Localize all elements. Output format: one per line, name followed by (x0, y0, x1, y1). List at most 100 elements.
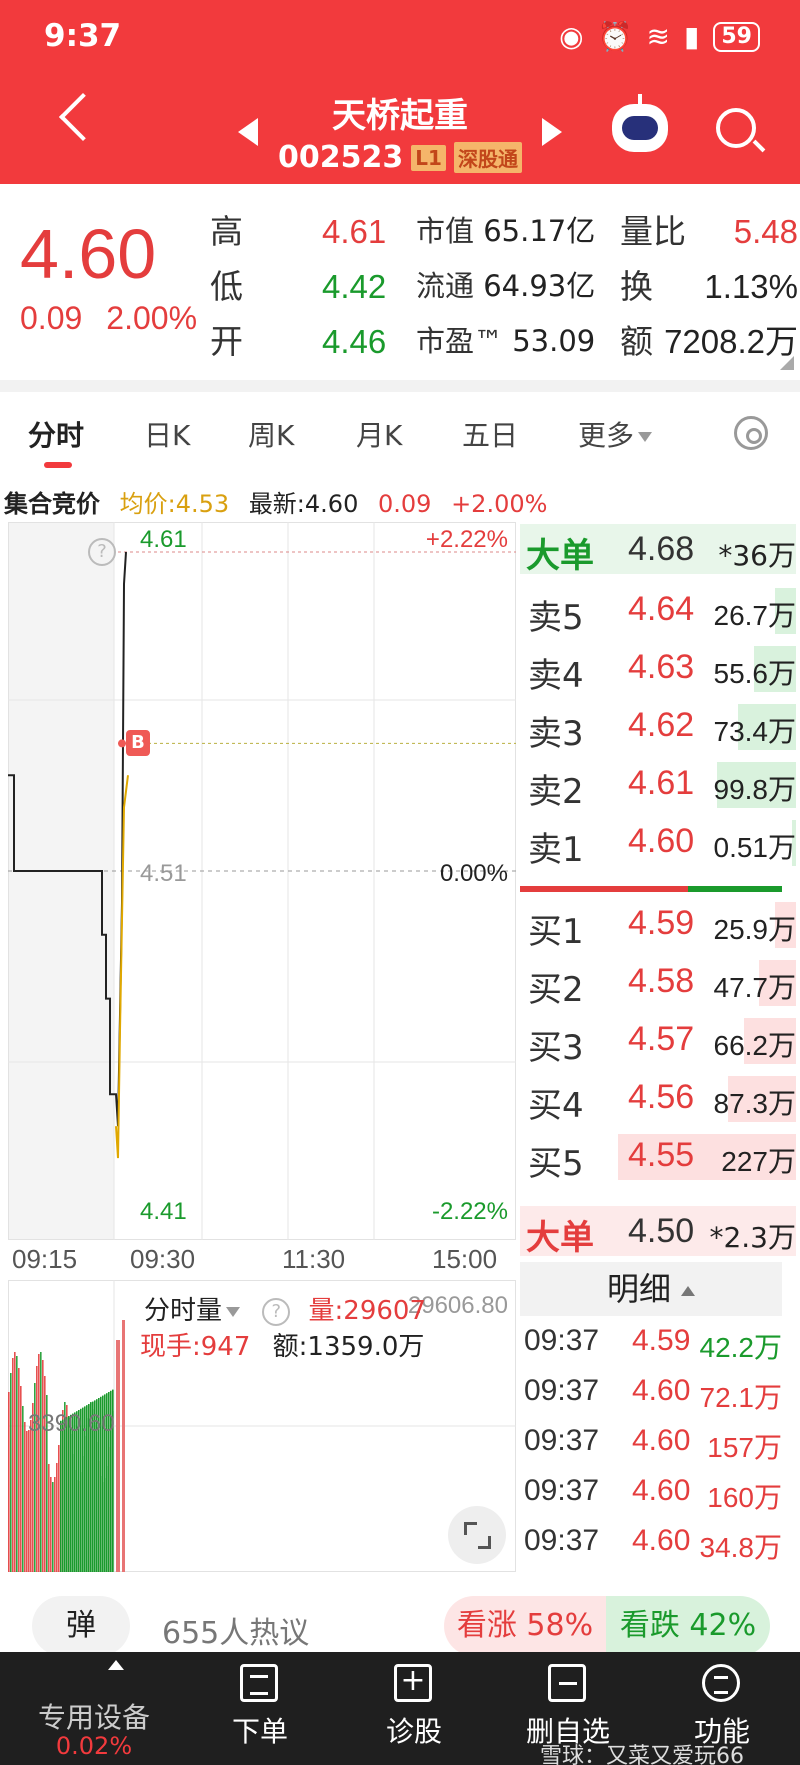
high-label: 高 (210, 212, 243, 251)
sell-level-3[interactable]: 卖3 4.62 73.4万 (520, 698, 796, 756)
expand-corner-icon[interactable] (780, 356, 794, 370)
fullscreen-icon[interactable] (448, 1506, 506, 1564)
trade-time: 09:37 (524, 1374, 600, 1407)
volume-bar (56, 1463, 58, 1572)
sell-vol: 99.8万 (713, 774, 797, 805)
nav-order[interactable]: 下单 (190, 1652, 330, 1765)
volume-bar (60, 1420, 62, 1572)
trade-detail-row: 09:37 4.60 157万 (520, 1416, 782, 1466)
buy-label: 买3 (528, 1028, 584, 1068)
big-sell-label: 大单 (526, 536, 594, 576)
chart-tabs: 分时 日K 周K 月K 五日 更多 (0, 400, 800, 468)
trade-time: 09:37 (524, 1474, 600, 1507)
vol-ratio-value: 5.48 (733, 213, 798, 250)
tab-intraday[interactable]: 分时 (28, 414, 84, 454)
volume-bar-open (122, 1320, 125, 1572)
tab-weekly-k[interactable]: 周K (248, 414, 294, 454)
buy-level-2[interactable]: 买2 4.58 47.7万 (520, 954, 796, 1012)
sell-level-5[interactable]: 卖1 4.60 0.51万 (520, 814, 796, 872)
pct-tick-mid: 0.00% (439, 860, 508, 887)
volume-bar (62, 1419, 64, 1572)
buy-level-3[interactable]: 买3 4.57 66.2万 (520, 1012, 796, 1070)
volume-bar (12, 1358, 14, 1572)
bullet-comment-button[interactable]: 弹 (32, 1596, 130, 1656)
ask-ratio-segment (688, 886, 782, 892)
volume-bar (66, 1417, 68, 1572)
tab-more[interactable]: 更多 (578, 414, 653, 454)
sell-level-4[interactable]: 卖2 4.61 99.8万 (520, 756, 796, 814)
nav-industry-label: 专用设备 (37, 1701, 150, 1734)
trade-time: 09:37 (524, 1524, 600, 1557)
tab-monthly-k[interactable]: 月K (356, 414, 402, 454)
big-buy-label: 大单 (526, 1218, 594, 1258)
x-tick-0930: 09:30 (130, 1244, 196, 1274)
nav-industry-pct: 0.02% (55, 1732, 133, 1760)
tab-daily-k[interactable]: 日K (144, 414, 190, 454)
sell-level-1[interactable]: 卖5 4.64 26.7万 (520, 582, 796, 640)
sell-vol: 0.51万 (713, 832, 797, 863)
volume-bar (16, 1356, 18, 1572)
change-value: 0.09 (20, 300, 83, 336)
volume-selector-label: 分时量 (144, 1296, 223, 1326)
volume-bar (44, 1376, 46, 1572)
robot-assistant-icon[interactable] (612, 94, 668, 152)
alert-icon: ▮ (683, 20, 700, 53)
volume-bar (58, 1445, 60, 1572)
volume-selector[interactable]: 分时量 (140, 1296, 245, 1326)
trade-vol: 34.8万 (699, 1532, 783, 1563)
sell-vol: 55.6万 (713, 658, 797, 689)
y-tick-bottom: 4.41 (140, 1198, 187, 1225)
volume-bar (24, 1422, 26, 1572)
buy-vol: 25.9万 (713, 914, 797, 945)
big-buy-order[interactable]: 大单 4.50 *2.3万 (520, 1206, 796, 1258)
buy-level-1[interactable]: 买1 4.59 25.9万 (520, 896, 796, 954)
header-bar: 9:37 ◉ ⏰ ≋ ▮ 59 天桥起重 002523 L1 深股通 (0, 0, 800, 184)
divider (0, 380, 800, 392)
mcap-value: 65.17亿 (483, 214, 596, 248)
buy-price: 4.55 (628, 1136, 695, 1174)
nav-industry[interactable]: 专用设备 0.02% (24, 1652, 164, 1765)
detail-header[interactable]: 明细 (520, 1262, 782, 1316)
pe-value: 53.09 (512, 324, 596, 358)
big-sell-price: 4.68 (628, 530, 695, 568)
buy-marker[interactable]: B (126, 730, 150, 756)
bearish-button[interactable]: 看跌 42% (606, 1596, 770, 1656)
intraday-chart[interactable]: 4.61 +2.22% 4.51 0.00% 4.41 -2.22% ? (8, 522, 516, 1240)
volume-bar (14, 1352, 16, 1572)
low-value: 4.42 (322, 268, 387, 305)
tab-five-day[interactable]: 五日 (462, 414, 518, 454)
float-value: 64.93亿 (483, 269, 596, 303)
current-hand: 现手:947 (140, 1332, 251, 1362)
hot-discussion-count[interactable]: 655人热议 (162, 1608, 309, 1652)
x-tick-0915: 09:15 (12, 1244, 78, 1274)
vol-mid-label: 3390.60 (28, 1410, 115, 1437)
big-buy-price: 4.50 (628, 1212, 695, 1250)
tab-more-label: 更多 (578, 419, 635, 452)
auction-label: 集合竞价 (4, 490, 100, 518)
volume-header: 分时量 ? 量:29607 (140, 1290, 426, 1327)
help-icon[interactable]: ? (88, 538, 116, 566)
buy-vol: 66.2万 (713, 1030, 797, 1061)
volume-bar (40, 1352, 42, 1572)
sell-level-2[interactable]: 卖4 4.63 55.6万 (520, 640, 796, 698)
big-buy-vol: *2.3万 (709, 1221, 796, 1254)
trade-detail-row: 09:37 4.60 34.8万 (520, 1516, 782, 1566)
buy-price: 4.56 (628, 1078, 695, 1116)
big-sell-order[interactable]: 大单 4.68 *36万 (520, 524, 796, 576)
buy-level-4[interactable]: 买4 4.56 87.3万 (520, 1070, 796, 1128)
search-icon[interactable] (716, 108, 756, 148)
trade-price: 4.59 (632, 1324, 691, 1357)
detail-title: 明细 (606, 1270, 671, 1308)
volume-bar (22, 1406, 24, 1572)
buy-level-5[interactable]: 买5 4.55 227万 (520, 1128, 796, 1186)
time-axis: 09:15 09:30 11:30 15:00 (0, 1240, 516, 1280)
help-icon[interactable]: ? (262, 1297, 291, 1326)
settings-icon[interactable] (734, 416, 768, 450)
sell-price: 4.62 (628, 706, 695, 744)
bullish-button[interactable]: 看涨 58% (444, 1596, 606, 1656)
volume-bar (36, 1366, 38, 1572)
buy-label: 买1 (528, 912, 584, 952)
trade-time: 09:37 (524, 1424, 600, 1457)
nav-diagnose[interactable]: 诊股 (344, 1652, 484, 1765)
volume-bar (52, 1482, 54, 1572)
